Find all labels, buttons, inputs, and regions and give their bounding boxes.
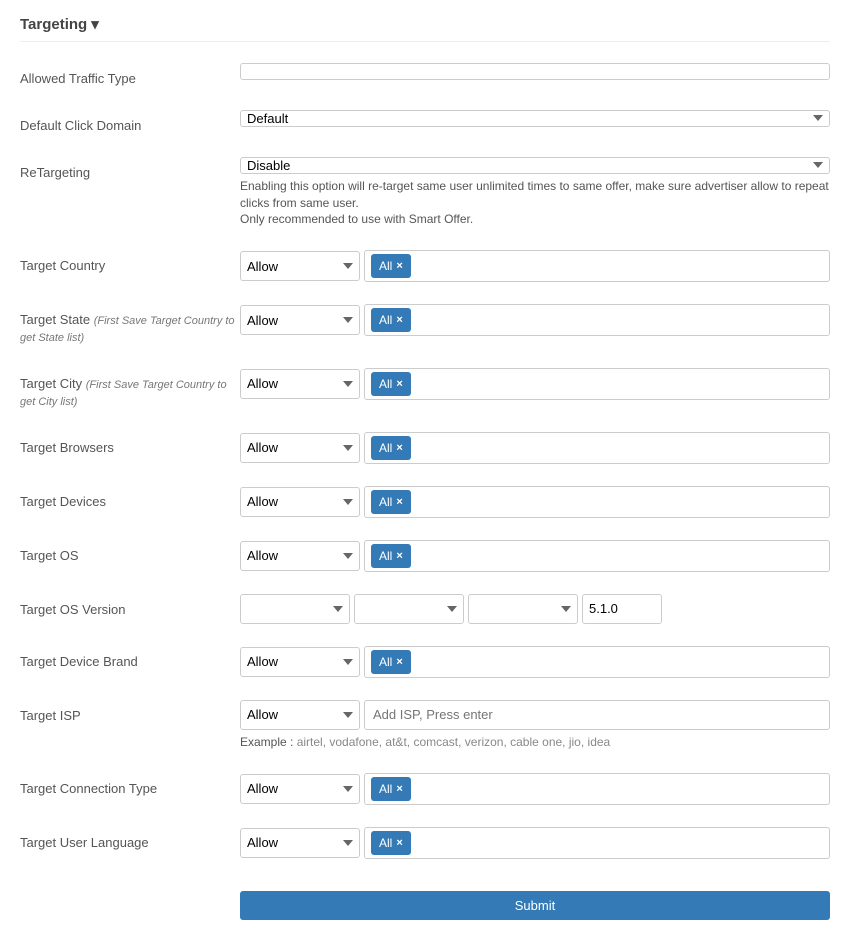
target-connection-type-control: Allow All × xyxy=(240,773,830,805)
target-state-label: Target State (First Save Target Country … xyxy=(20,304,240,346)
target-os-all-tag[interactable]: All × xyxy=(371,544,411,568)
retargeting-control: Disable Enabling this option will re-tar… xyxy=(240,157,830,228)
section-title-chevron: ▾ xyxy=(91,15,99,33)
target-devices-tags: All × xyxy=(364,486,830,518)
allowed-traffic-type-input[interactable] xyxy=(240,63,830,80)
target-connection-type-allow-select[interactable]: Allow xyxy=(240,774,360,804)
target-os-version-row: Target OS Version xyxy=(20,588,830,630)
target-device-brand-tag-remove[interactable]: × xyxy=(396,656,402,668)
target-city-label: Target City (First Save Target Country t… xyxy=(20,368,240,410)
target-country-label: Target Country xyxy=(20,250,240,275)
target-devices-all-tag[interactable]: All × xyxy=(371,490,411,514)
target-isp-label: Target ISP xyxy=(20,700,240,725)
allowed-traffic-type-label: Allowed Traffic Type xyxy=(20,63,240,88)
retargeting-info: Enabling this option will re-target same… xyxy=(240,178,830,228)
target-city-tag-remove[interactable]: × xyxy=(396,378,402,390)
target-os-version-select3[interactable] xyxy=(468,594,578,624)
target-device-brand-label: Target Device Brand xyxy=(20,646,240,671)
default-click-domain-control: Default xyxy=(240,110,830,127)
section-title: Targeting ▾ xyxy=(20,15,830,42)
target-country-tag-remove[interactable]: × xyxy=(396,260,402,272)
target-browsers-allow-select[interactable]: Allow xyxy=(240,433,360,463)
target-browsers-tag-remove[interactable]: × xyxy=(396,442,402,454)
allowed-traffic-type-control xyxy=(240,63,830,80)
target-os-tags: All × xyxy=(364,540,830,572)
target-user-language-row: Target User Language Allow All × xyxy=(20,821,830,865)
allowed-traffic-type-row: Allowed Traffic Type xyxy=(20,57,830,94)
target-user-language-allow-select[interactable]: Allow xyxy=(240,828,360,858)
target-os-version-input[interactable] xyxy=(582,594,662,624)
submit-row: Submit xyxy=(20,875,830,926)
target-os-tag-remove[interactable]: × xyxy=(396,550,402,562)
target-user-language-all-tag[interactable]: All × xyxy=(371,831,411,855)
target-os-label: Target OS xyxy=(20,540,240,565)
target-connection-type-row: Target Connection Type Allow All × xyxy=(20,767,830,811)
target-country-control: Allow All × xyxy=(240,250,830,282)
target-isp-example: Example : airtel, vodafone, at&t, comcas… xyxy=(240,734,830,751)
target-os-allow-select[interactable]: Allow xyxy=(240,541,360,571)
target-state-tags: All × xyxy=(364,304,830,336)
target-state-control: Allow All × xyxy=(240,304,830,336)
target-country-allow-select[interactable]: Allow xyxy=(240,251,360,281)
target-country-row: Target Country Allow All × xyxy=(20,244,830,288)
target-state-allow-select[interactable]: Allow xyxy=(240,305,360,335)
target-isp-row: Target ISP Allow Example : airtel, vodaf… xyxy=(20,694,830,757)
target-devices-control: Allow All × xyxy=(240,486,830,518)
target-connection-type-label: Target Connection Type xyxy=(20,773,240,798)
default-click-domain-select[interactable]: Default xyxy=(240,110,830,127)
target-devices-tag-remove[interactable]: × xyxy=(396,496,402,508)
target-browsers-row: Target Browsers Allow All × xyxy=(20,426,830,470)
target-city-all-tag[interactable]: All × xyxy=(371,372,411,396)
target-user-language-label: Target User Language xyxy=(20,827,240,852)
target-os-version-select2[interactable] xyxy=(354,594,464,624)
target-browsers-label: Target Browsers xyxy=(20,432,240,457)
target-isp-allow-select[interactable]: Allow xyxy=(240,700,360,730)
target-os-control: Allow All × xyxy=(240,540,830,572)
target-country-all-tag[interactable]: All × xyxy=(371,254,411,278)
retargeting-select[interactable]: Disable xyxy=(240,157,830,174)
target-devices-label: Target Devices xyxy=(20,486,240,511)
target-isp-input[interactable] xyxy=(364,700,830,730)
target-state-all-tag[interactable]: All × xyxy=(371,308,411,332)
target-os-version-label: Target OS Version xyxy=(20,594,240,619)
retargeting-row: ReTargeting Disable Enabling this option… xyxy=(20,151,830,234)
target-device-brand-allow-select[interactable]: Allow xyxy=(240,647,360,677)
target-device-brand-all-tag[interactable]: All × xyxy=(371,650,411,674)
target-connection-type-all-tag[interactable]: All × xyxy=(371,777,411,801)
target-connection-type-tags: All × xyxy=(364,773,830,805)
target-os-version-control xyxy=(240,594,830,624)
target-device-brand-row: Target Device Brand Allow All × xyxy=(20,640,830,684)
target-user-language-control: Allow All × xyxy=(240,827,830,859)
target-device-brand-tags: All × xyxy=(364,646,830,678)
target-city-row: Target City (First Save Target Country t… xyxy=(20,362,830,416)
target-isp-control: Allow Example : airtel, vodafone, at&t, … xyxy=(240,700,830,751)
target-devices-row: Target Devices Allow All × xyxy=(20,480,830,524)
target-state-row: Target State (First Save Target Country … xyxy=(20,298,830,352)
target-browsers-control: Allow All × xyxy=(240,432,830,464)
target-os-version-select1[interactable] xyxy=(240,594,350,624)
submit-button[interactable]: Submit xyxy=(240,891,830,920)
target-state-tag-remove[interactable]: × xyxy=(396,314,402,326)
target-user-language-tags: All × xyxy=(364,827,830,859)
target-device-brand-control: Allow All × xyxy=(240,646,830,678)
retargeting-label: ReTargeting xyxy=(20,157,240,182)
default-click-domain-row: Default Click Domain Default xyxy=(20,104,830,141)
default-click-domain-label: Default Click Domain xyxy=(20,110,240,135)
target-city-control: Allow All × xyxy=(240,368,830,400)
target-country-tags: All × xyxy=(364,250,830,282)
target-city-allow-select[interactable]: Allow xyxy=(240,369,360,399)
target-browsers-all-tag[interactable]: All × xyxy=(371,436,411,460)
target-browsers-tags: All × xyxy=(364,432,830,464)
target-city-tags: All × xyxy=(364,368,830,400)
target-os-row: Target OS Allow All × xyxy=(20,534,830,578)
target-user-language-tag-remove[interactable]: × xyxy=(396,837,402,849)
section-title-text: Targeting xyxy=(20,16,87,33)
target-connection-type-tag-remove[interactable]: × xyxy=(396,783,402,795)
target-devices-allow-select[interactable]: Allow xyxy=(240,487,360,517)
